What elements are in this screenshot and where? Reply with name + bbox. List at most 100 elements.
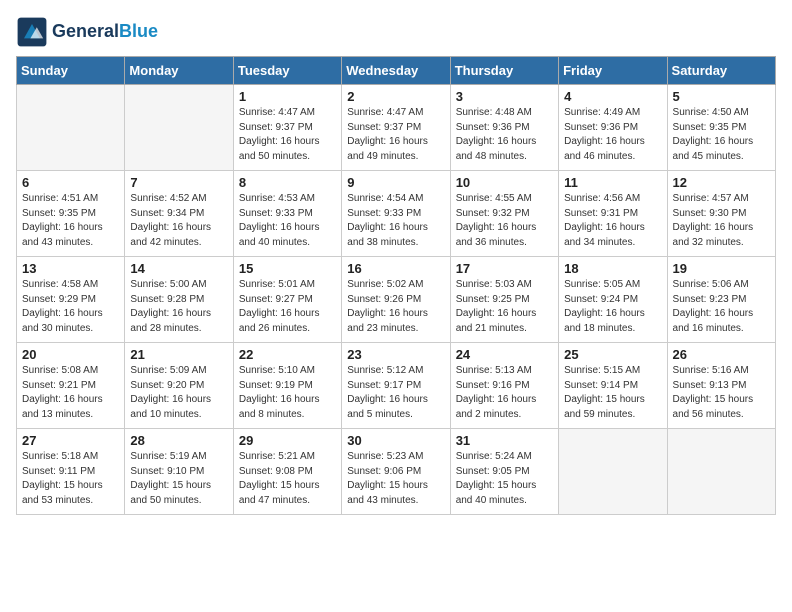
day-number: 31 (456, 433, 553, 448)
calendar-cell: 4 Sunrise: 4:49 AM Sunset: 9:36 PM Daylig… (559, 85, 667, 171)
day-number: 18 (564, 261, 661, 276)
day-number: 10 (456, 175, 553, 190)
col-header-saturday: Saturday (667, 57, 775, 85)
day-number: 16 (347, 261, 444, 276)
logo-icon (16, 16, 48, 48)
day-number: 17 (456, 261, 553, 276)
day-info: Sunrise: 4:53 AM Sunset: 9:33 PM Dayligh… (239, 192, 336, 250)
day-number: 2 (347, 89, 444, 104)
calendar-week-row: 20 Sunrise: 5:08 AM Sunset: 9:21 PM Dayli… (17, 343, 776, 429)
col-header-tuesday: Tuesday (233, 57, 341, 85)
calendar-week-row: 27 Sunrise: 5:18 AM Sunset: 9:11 PM Dayli… (17, 429, 776, 515)
day-info: Sunrise: 5:18 AM Sunset: 9:11 PM Dayligh… (22, 450, 119, 508)
day-number: 26 (673, 347, 770, 362)
day-info: Sunrise: 5:09 AM Sunset: 9:20 PM Dayligh… (130, 364, 227, 422)
logo-name-line1: GeneralBlue (52, 22, 158, 42)
calendar-header-row: SundayMondayTuesdayWednesdayThursdayFrid… (17, 57, 776, 85)
calendar-cell: 27 Sunrise: 5:18 AM Sunset: 9:11 PM Dayli… (17, 429, 125, 515)
calendar-cell: 3 Sunrise: 4:48 AM Sunset: 9:36 PM Daylig… (450, 85, 558, 171)
day-info: Sunrise: 5:19 AM Sunset: 9:10 PM Dayligh… (130, 450, 227, 508)
day-number: 21 (130, 347, 227, 362)
day-info: Sunrise: 5:03 AM Sunset: 9:25 PM Dayligh… (456, 278, 553, 336)
day-number: 27 (22, 433, 119, 448)
day-number: 20 (22, 347, 119, 362)
day-number: 14 (130, 261, 227, 276)
calendar-cell: 18Sunrise: 5:05 AM Sunset: 9:24 PM Dayli… (559, 257, 667, 343)
calendar-cell (559, 429, 667, 515)
day-info: Sunrise: 5:00 AM Sunset: 9:28 PM Dayligh… (130, 278, 227, 336)
calendar-cell: 14 Sunrise: 5:00 AM Sunset: 9:28 PM Dayli… (125, 257, 233, 343)
calendar-cell: 5Sunrise: 4:50 AM Sunset: 9:35 PM Daylig… (667, 85, 775, 171)
day-info: Sunrise: 4:47 AM Sunset: 9:37 PM Dayligh… (239, 106, 336, 164)
calendar-cell (125, 85, 233, 171)
day-info: Sunrise: 5:12 AM Sunset: 9:17 PM Dayligh… (347, 364, 444, 422)
col-header-friday: Friday (559, 57, 667, 85)
day-info: Sunrise: 5:23 AM Sunset: 9:06 PM Dayligh… (347, 450, 444, 508)
calendar-cell: 22 Sunrise: 5:10 AM Sunset: 9:19 PM Dayli… (233, 343, 341, 429)
day-number: 3 (456, 89, 553, 104)
day-number: 6 (22, 175, 119, 190)
day-info: Sunrise: 4:54 AM Sunset: 9:33 PM Dayligh… (347, 192, 444, 250)
day-info: Sunrise: 4:57 AM Sunset: 9:30 PM Dayligh… (673, 192, 770, 250)
day-info: Sunrise: 4:48 AM Sunset: 9:36 PM Dayligh… (456, 106, 553, 164)
day-number: 22 (239, 347, 336, 362)
calendar-cell: 1 Sunrise: 4:47 AM Sunset: 9:37 PM Daylig… (233, 85, 341, 171)
calendar-cell: 12 Sunrise: 4:57 AM Sunset: 9:30 PM Dayli… (667, 171, 775, 257)
calendar-cell: 31Sunrise: 5:24 AM Sunset: 9:05 PM Dayli… (450, 429, 558, 515)
col-header-sunday: Sunday (17, 57, 125, 85)
day-number: 9 (347, 175, 444, 190)
calendar-cell: 11Sunrise: 4:56 AM Sunset: 9:31 PM Dayli… (559, 171, 667, 257)
day-number: 4 (564, 89, 661, 104)
day-info: Sunrise: 4:51 AM Sunset: 9:35 PM Dayligh… (22, 192, 119, 250)
day-info: Sunrise: 4:58 AM Sunset: 9:29 PM Dayligh… (22, 278, 119, 336)
calendar-cell: 8 Sunrise: 4:53 AM Sunset: 9:33 PM Daylig… (233, 171, 341, 257)
day-number: 7 (130, 175, 227, 190)
day-info: Sunrise: 5:01 AM Sunset: 9:27 PM Dayligh… (239, 278, 336, 336)
calendar-cell: 26 Sunrise: 5:16 AM Sunset: 9:13 PM Dayli… (667, 343, 775, 429)
day-info: Sunrise: 5:16 AM Sunset: 9:13 PM Dayligh… (673, 364, 770, 422)
day-number: 13 (22, 261, 119, 276)
calendar-cell: 30 Sunrise: 5:23 AM Sunset: 9:06 PM Dayli… (342, 429, 450, 515)
calendar-cell: 25 Sunrise: 5:15 AM Sunset: 9:14 PM Dayli… (559, 343, 667, 429)
logo: GeneralBlue (16, 16, 158, 48)
calendar-cell: 29 Sunrise: 5:21 AM Sunset: 9:08 PM Dayli… (233, 429, 341, 515)
calendar-cell: 9 Sunrise: 4:54 AM Sunset: 9:33 PM Daylig… (342, 171, 450, 257)
day-info: Sunrise: 5:06 AM Sunset: 9:23 PM Dayligh… (673, 278, 770, 336)
calendar-cell: 28 Sunrise: 5:19 AM Sunset: 9:10 PM Dayli… (125, 429, 233, 515)
calendar-cell: 24Sunrise: 5:13 AM Sunset: 9:16 PM Dayli… (450, 343, 558, 429)
calendar-cell: 16Sunrise: 5:02 AM Sunset: 9:26 PM Dayli… (342, 257, 450, 343)
day-number: 29 (239, 433, 336, 448)
day-number: 11 (564, 175, 661, 190)
calendar-cell: 20 Sunrise: 5:08 AM Sunset: 9:21 PM Dayli… (17, 343, 125, 429)
calendar-cell: 2Sunrise: 4:47 AM Sunset: 9:37 PM Daylig… (342, 85, 450, 171)
calendar-week-row: 6 Sunrise: 4:51 AM Sunset: 9:35 PM Daylig… (17, 171, 776, 257)
calendar-cell: 13 Sunrise: 4:58 AM Sunset: 9:29 PM Dayli… (17, 257, 125, 343)
calendar-cell: 21 Sunrise: 5:09 AM Sunset: 9:20 PM Dayli… (125, 343, 233, 429)
calendar-cell: 17 Sunrise: 5:03 AM Sunset: 9:25 PM Dayli… (450, 257, 558, 343)
calendar-cell: 10Sunrise: 4:55 AM Sunset: 9:32 PM Dayli… (450, 171, 558, 257)
day-number: 1 (239, 89, 336, 104)
col-header-thursday: Thursday (450, 57, 558, 85)
day-number: 12 (673, 175, 770, 190)
calendar-cell: 7 Sunrise: 4:52 AM Sunset: 9:34 PM Daylig… (125, 171, 233, 257)
calendar-week-row: 1 Sunrise: 4:47 AM Sunset: 9:37 PM Daylig… (17, 85, 776, 171)
day-number: 5 (673, 89, 770, 104)
day-number: 30 (347, 433, 444, 448)
calendar-cell: 6 Sunrise: 4:51 AM Sunset: 9:35 PM Daylig… (17, 171, 125, 257)
col-header-monday: Monday (125, 57, 233, 85)
day-info: Sunrise: 4:52 AM Sunset: 9:34 PM Dayligh… (130, 192, 227, 250)
calendar-cell (667, 429, 775, 515)
day-info: Sunrise: 5:10 AM Sunset: 9:19 PM Dayligh… (239, 364, 336, 422)
calendar-cell (17, 85, 125, 171)
day-info: Sunrise: 5:15 AM Sunset: 9:14 PM Dayligh… (564, 364, 661, 422)
day-number: 28 (130, 433, 227, 448)
calendar-cell: 23Sunrise: 5:12 AM Sunset: 9:17 PM Dayli… (342, 343, 450, 429)
day-info: Sunrise: 5:21 AM Sunset: 9:08 PM Dayligh… (239, 450, 336, 508)
day-number: 25 (564, 347, 661, 362)
calendar-cell: 19Sunrise: 5:06 AM Sunset: 9:23 PM Dayli… (667, 257, 775, 343)
day-info: Sunrise: 5:08 AM Sunset: 9:21 PM Dayligh… (22, 364, 119, 422)
day-info: Sunrise: 4:49 AM Sunset: 9:36 PM Dayligh… (564, 106, 661, 164)
day-number: 8 (239, 175, 336, 190)
day-info: Sunrise: 5:13 AM Sunset: 9:16 PM Dayligh… (456, 364, 553, 422)
calendar-cell: 15Sunrise: 5:01 AM Sunset: 9:27 PM Dayli… (233, 257, 341, 343)
